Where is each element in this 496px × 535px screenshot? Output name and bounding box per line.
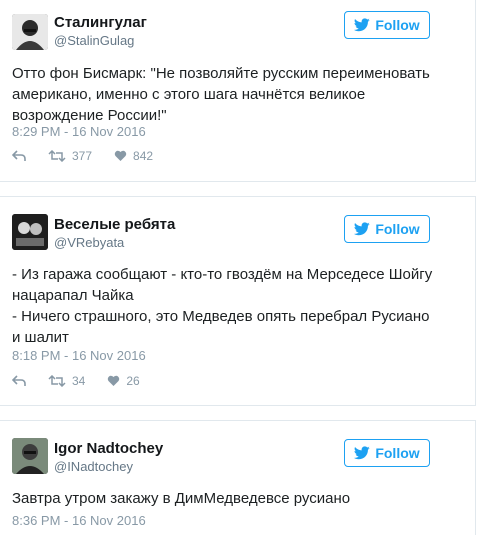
tweet-card: Веселые ребята @VRebyata Follow - Из гар…: [0, 196, 476, 406]
follow-label: Follow: [375, 17, 420, 33]
heart-icon: [114, 150, 127, 161]
follow-button[interactable]: Follow: [344, 439, 430, 467]
follow-button[interactable]: Follow: [344, 11, 430, 39]
follow-label: Follow: [375, 221, 420, 237]
tweet-timestamp[interactable]: 8:18 PM - 16 Nov 2016: [12, 348, 146, 363]
tweet-timestamp[interactable]: 8:29 PM - 16 Nov 2016: [12, 124, 146, 139]
author-name[interactable]: Веселые ребята: [54, 216, 175, 233]
follow-label: Follow: [375, 445, 420, 461]
like-count: 842: [133, 149, 154, 163]
tweet-text: Отто фон Бисмарк: "Не позволяйте русским…: [12, 65, 430, 124]
like-button[interactable]: 26: [107, 374, 140, 388]
tweet-actions: 377 842: [12, 149, 175, 163]
follow-button[interactable]: Follow: [344, 215, 430, 243]
retweet-icon: [48, 150, 66, 162]
avatar[interactable]: [12, 438, 48, 474]
tweet-card: Igor Nadtochey @INadtochey Follow Завтра…: [0, 420, 476, 535]
reply-icon: [12, 375, 26, 386]
like-button[interactable]: 842: [114, 149, 153, 163]
tweet-text: - Из гаража сообщают - кто-то гвоздём на…: [12, 266, 433, 346]
tweet-text: Завтра утром закажу в ДимМедведевсе руси…: [12, 490, 351, 507]
retweet-icon: [48, 375, 66, 387]
retweet-count: 34: [72, 374, 86, 388]
author-handle[interactable]: @StalinGulag: [54, 33, 134, 48]
reply-button[interactable]: [12, 150, 26, 162]
twitter-bird-icon: [354, 222, 371, 236]
tweet-actions: 34 26: [12, 374, 162, 388]
avatar[interactable]: [12, 14, 48, 50]
author-name[interactable]: Igor Nadtochey: [54, 440, 163, 457]
reply-button[interactable]: [12, 375, 26, 387]
tweet-timestamp[interactable]: 8:36 PM - 16 Nov 2016: [12, 513, 146, 528]
twitter-bird-icon: [354, 18, 371, 32]
like-count: 26: [126, 374, 140, 388]
twitter-bird-icon: [354, 446, 371, 460]
heart-icon: [108, 375, 120, 386]
author-handle[interactable]: @INadtochey: [54, 459, 133, 474]
tweet-card: Сталингулаг @StalinGulag Follow Отто фон…: [0, 0, 476, 182]
author-name[interactable]: Сталингулаг: [54, 14, 147, 31]
author-handle[interactable]: @VRebyata: [54, 235, 124, 250]
reply-icon: [12, 150, 26, 161]
retweet-count: 377: [72, 149, 93, 163]
retweet-button[interactable]: 377: [48, 149, 92, 163]
avatar[interactable]: [12, 214, 48, 250]
retweet-button[interactable]: 34: [48, 374, 85, 388]
